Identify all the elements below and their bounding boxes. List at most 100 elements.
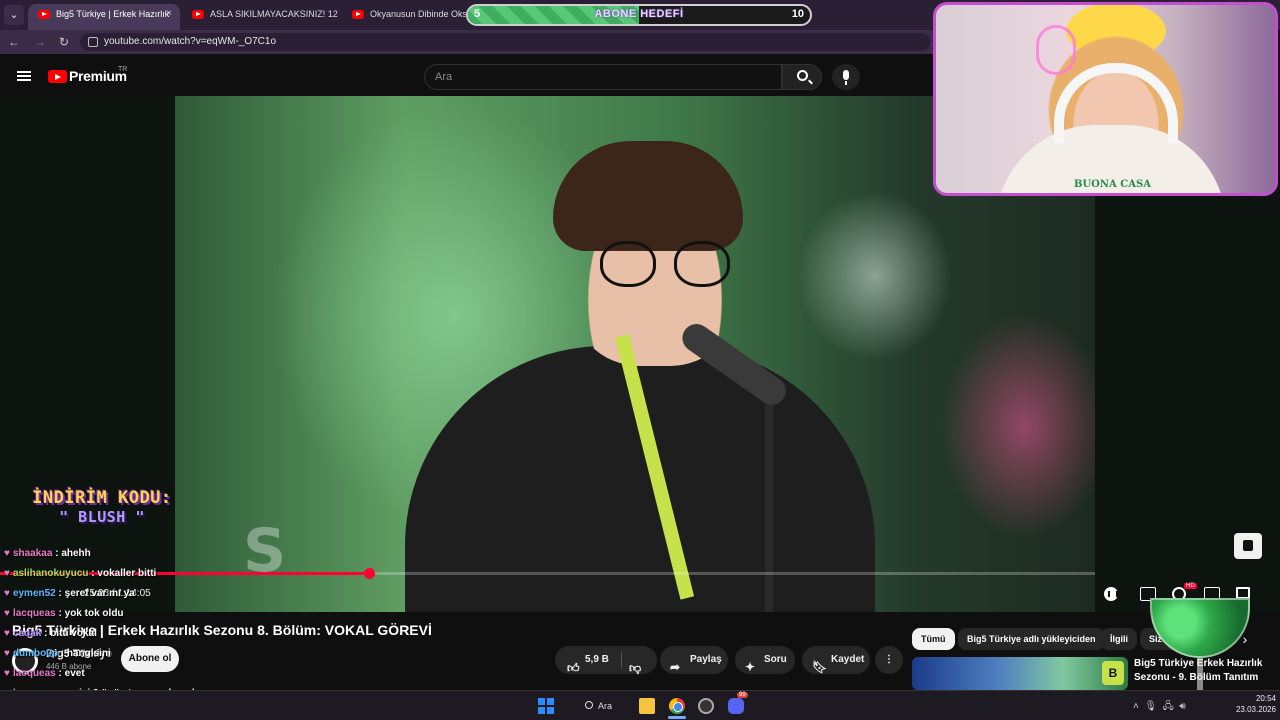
- windows-start-icon[interactable]: [538, 698, 554, 714]
- chat-badge-icon: ♥: [4, 548, 10, 559]
- chat-separator: :: [55, 668, 65, 679]
- file-explorer-icon[interactable]: [639, 698, 655, 714]
- chat-text: hangisini: [66, 648, 111, 659]
- chrome-icon[interactable]: [669, 698, 685, 714]
- tab-label: Okyanusun Dibinde Oksijen: [370, 9, 466, 19]
- like-count[interactable]: 5,9 B: [585, 646, 609, 674]
- system-tray[interactable]: ˄ 🎙︎ 🖧 🔊︎: [1133, 699, 1186, 716]
- chat-username: cadak: [12, 628, 42, 639]
- save-button[interactable]: 🔖︎ Kaydet: [802, 646, 870, 674]
- like-divider: [621, 652, 622, 668]
- chip-related[interactable]: İlgili: [1101, 628, 1137, 650]
- search-icon: [585, 701, 593, 709]
- bookmark-icon: 🔖︎: [812, 660, 828, 674]
- sparkle-icon: ✦: [745, 660, 756, 674]
- share-label: Paylaş: [690, 654, 722, 665]
- tab-asla[interactable]: ASLA SIKILMAYACAKSINIZ! 12: [182, 4, 342, 30]
- chat-username: dumbo0p: [12, 648, 58, 659]
- ask-button[interactable]: ✦ Soru: [735, 646, 795, 674]
- chat-separator: :: [57, 648, 67, 659]
- chat-badge-icon: ♥: [4, 568, 10, 579]
- taskbar-clock[interactable]: 20:54 23.03.2026: [1220, 693, 1276, 715]
- site-info-icon[interactable]: [88, 37, 98, 47]
- chat-badge-icon: ♥: [4, 588, 10, 599]
- app-icon[interactable]: [698, 698, 714, 714]
- chat-message: ♥ shaakaa : ahehh: [4, 548, 91, 559]
- chat-separator: :: [55, 588, 65, 599]
- promo-code-overlay: İNDİRİM KODU: " BLUSH ": [22, 488, 182, 526]
- shirt-text: BUONA CASA: [1074, 179, 1151, 190]
- chat-message: ♥ lacqueas : yok tok oldu: [4, 608, 124, 619]
- subscriber-goal-overlay: 5 ABONE HEDEFİ 10: [466, 4, 812, 26]
- chat-username: eymen52: [12, 588, 56, 599]
- chat-badge-icon: ♥: [4, 608, 10, 619]
- goal-end-value: 10: [791, 8, 804, 20]
- chip-from-uploader[interactable]: Big5 Türkiye adlı yükleyiciden: [958, 628, 1105, 650]
- search-input[interactable]: Ara: [424, 64, 782, 90]
- tab-search-button[interactable]: ⌄: [4, 5, 24, 25]
- chat-username: shaakaa: [12, 548, 53, 559]
- back-arrow-icon[interactable]: ←: [6, 34, 22, 50]
- url-text: youtube.com/watch?v=eqWM-_O7C1o: [104, 36, 277, 47]
- goal-label: ABONE HEDEFİ: [594, 8, 684, 20]
- tab-close-icon[interactable]: ×: [166, 4, 172, 24]
- video-mic-stand: [765, 376, 773, 612]
- discord-icon[interactable]: [728, 698, 744, 714]
- promo-code: " BLUSH ": [59, 508, 145, 526]
- tab-okyanus[interactable]: Okyanusun Dibinde Oksijen: [342, 4, 466, 30]
- chat-badge-icon: ♥: [4, 668, 10, 679]
- chat-badge-icon: ♥: [4, 648, 10, 659]
- save-label: Kaydet: [831, 654, 865, 665]
- search-button[interactable]: [782, 64, 822, 90]
- address-bar[interactable]: youtube.com/watch?v=eqWM-_O7C1o: [80, 33, 930, 51]
- recommendation-logo: B: [1102, 661, 1124, 685]
- chat-message: ♥ dumbo0p : hangisini: [4, 648, 111, 659]
- chat-message: ♥ cadak : bitti vokal: [4, 628, 97, 639]
- chat-badge-icon: ♥: [4, 628, 10, 639]
- voice-search-icon[interactable]: [832, 64, 860, 90]
- tab-big5[interactable]: Big5 Türkiye | Erkek Hazırlık ×: [28, 4, 180, 30]
- chat-username: aslihanokuyucu: [12, 568, 89, 579]
- active-app-indicator: [668, 716, 686, 719]
- browser-toolbar: ← → ↻ youtube.com/watch?v=eqWM-_O7C1o: [0, 30, 935, 54]
- chat-text: vokaller bitti: [97, 568, 157, 579]
- thumbs-up-icon[interactable]: 👍︎: [567, 654, 580, 682]
- more-actions-button[interactable]: ⋮: [875, 646, 903, 674]
- chat-username: lacqueas: [12, 668, 56, 679]
- chip-all[interactable]: Tümü: [912, 628, 955, 650]
- tab-label: ASLA SIKILMAYACAKSINIZ! 12: [210, 9, 338, 19]
- chat-text: bitti vokal: [50, 628, 97, 639]
- chat-text: ahehh: [61, 548, 91, 559]
- youtube-logo-icon[interactable]: [48, 70, 67, 83]
- windows-taskbar: Ara ˄ 🎙︎ 🖧 🔊︎: [0, 690, 1280, 720]
- channel-watermark-icon[interactable]: [1234, 533, 1262, 559]
- progress-scrubber[interactable]: [364, 568, 375, 579]
- taskbar-search[interactable]: Ara: [583, 697, 627, 715]
- reload-icon[interactable]: ↻: [56, 34, 72, 50]
- hd-badge: HD: [1184, 583, 1197, 589]
- chat-message: ♥ lacqueas : evet: [4, 668, 85, 679]
- autoplay-toggle-icon[interactable]: [1104, 587, 1118, 601]
- chat-text: şeref var mı ya: [64, 588, 135, 599]
- tab-label: Big5 Türkiye | Erkek Hazırlık: [56, 9, 170, 19]
- share-arrow-icon: ➦: [670, 660, 681, 674]
- menu-icon[interactable]: [17, 71, 31, 81]
- recommendation-thumbnail[interactable]: [912, 657, 1128, 690]
- streamer-webcam: BUONA CASA: [933, 2, 1278, 196]
- thumbs-down-icon[interactable]: 👎︎: [629, 654, 641, 682]
- video-glasses: [600, 241, 730, 287]
- taskbar-search-label: Ara: [598, 701, 613, 711]
- search-icon: [797, 70, 808, 81]
- youtube-favicon-icon: [38, 10, 50, 19]
- chat-separator: :: [41, 628, 51, 639]
- chat-text: evet: [64, 668, 85, 679]
- subscribe-button[interactable]: Abone ol: [121, 646, 179, 672]
- share-button[interactable]: ➦ Paylaş: [660, 646, 728, 674]
- forward-arrow-icon[interactable]: →: [32, 34, 48, 50]
- video-person-hair: [553, 141, 743, 251]
- clock-date: 23.03.2026: [1235, 705, 1276, 714]
- glass-bowl: [1150, 598, 1250, 658]
- video-progress-bar[interactable]: [0, 568, 1095, 579]
- country-code: TR: [118, 66, 128, 73]
- chat-username: lacqueas: [12, 608, 56, 619]
